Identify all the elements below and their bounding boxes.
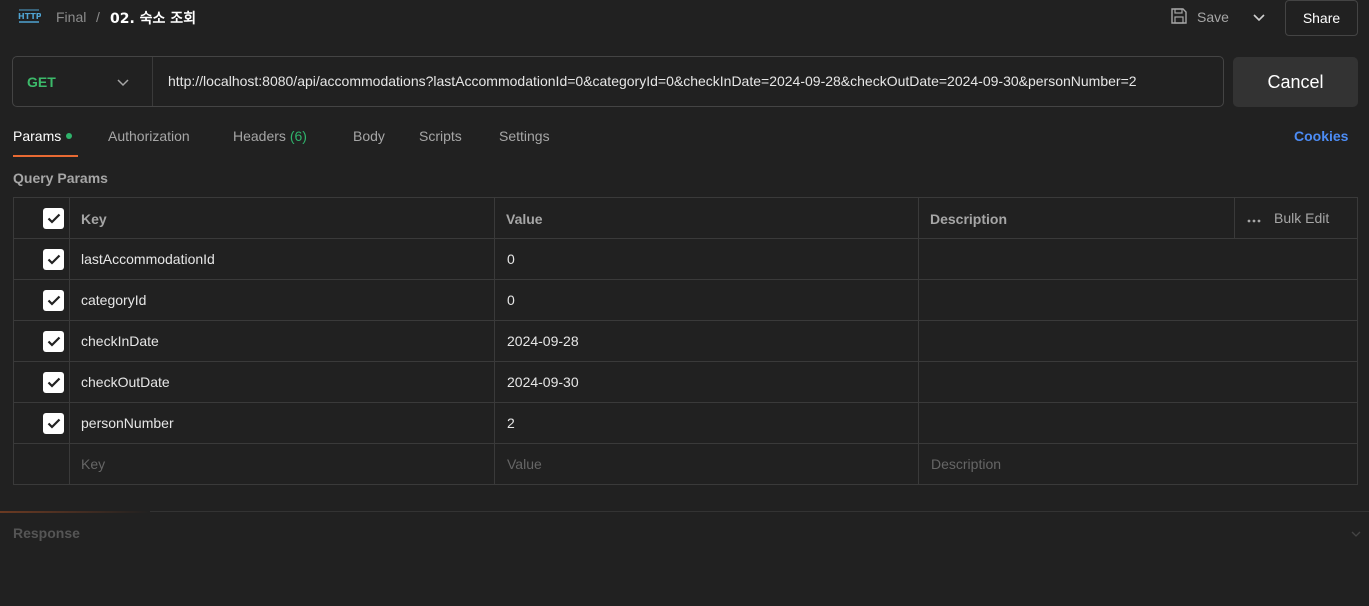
more-options-icon [1247,210,1261,226]
response-heading: Response [13,525,80,541]
response-divider[interactable] [0,511,1369,512]
method-label: GET [27,73,56,90]
column-divider [494,198,495,484]
svg-text:HTTP: HTTP [18,12,41,21]
table-row: personNumber 2 [14,403,1357,444]
url-input[interactable]: http://localhost:8080/api/accommodations… [168,73,1218,89]
column-divider [918,198,919,484]
column-header-key: Key [81,211,107,227]
column-header-value: Value [506,211,543,227]
row-checkbox[interactable] [43,290,64,311]
tab-params[interactable]: Params [13,128,73,144]
column-header-description: Description [930,211,1008,227]
table-header-row: Key Value Description Bulk Edit [14,198,1357,239]
http-icon: HTTP [17,7,42,27]
cancel-button[interactable]: Cancel [1233,57,1358,107]
param-value[interactable]: 2024-09-28 [507,333,579,349]
tab-headers[interactable]: Headers (6) [233,128,307,144]
tab-scripts[interactable]: Scripts [419,128,462,144]
select-all-checkbox[interactable] [43,208,64,229]
tab-params-label: Params [13,128,62,144]
row-checkbox[interactable] [43,331,64,352]
new-description-input[interactable]: Description [931,456,1001,472]
new-value-input[interactable]: Value [507,456,542,472]
row-checkbox[interactable] [43,249,64,270]
tab-settings[interactable]: Settings [499,128,550,144]
param-key[interactable]: checkOutDate [81,374,170,390]
active-tab-underline [13,155,78,157]
table-row: lastAccommodationId 0 [14,239,1357,280]
header-divider [1234,198,1235,238]
cookies-link[interactable]: Cookies [1294,128,1348,144]
param-key[interactable]: checkInDate [81,333,159,349]
request-title[interactable]: 02. 숙소 조회 [110,8,196,28]
table-row: checkInDate 2024-09-28 [14,321,1357,362]
param-value[interactable]: 0 [507,292,515,308]
chevron-down-icon [1253,9,1265,25]
breadcrumb-separator: / [96,9,100,25]
new-param-row: Key Value Description [14,444,1357,485]
divider-accent [0,511,150,513]
method-select[interactable]: GET [13,57,153,106]
tab-body[interactable]: Body [353,128,385,144]
headers-count: (6) [289,128,307,144]
chevron-down-icon[interactable] [1351,525,1361,541]
row-checkbox[interactable] [43,413,64,434]
param-value[interactable]: 2024-09-30 [507,374,579,390]
save-label: Save [1197,9,1229,25]
param-key[interactable]: lastAccommodationId [81,251,215,267]
tab-authorization[interactable]: Authorization [108,128,190,144]
query-params-heading: Query Params [13,170,108,186]
table-row: categoryId 0 [14,280,1357,321]
param-value[interactable]: 0 [507,251,515,267]
param-value[interactable]: 2 [507,415,515,431]
param-key[interactable]: categoryId [81,292,146,308]
tab-headers-label: Headers [233,128,286,144]
chevron-down-icon [117,74,129,90]
save-button[interactable]: Save [1170,5,1229,29]
table-row: checkOutDate 2024-09-30 [14,362,1357,403]
share-button[interactable]: Share [1285,0,1358,36]
top-bar: HTTP Final / 02. 숙소 조회 Save Share [0,0,1369,36]
save-options-button[interactable] [1246,5,1272,29]
bulk-edit-label: Bulk Edit [1274,210,1330,226]
bulk-edit-button[interactable]: Bulk Edit [1247,210,1329,226]
row-checkbox[interactable] [43,372,64,393]
new-key-input[interactable]: Key [81,456,105,472]
url-bar: GET http://localhost:8080/api/accommodat… [12,56,1224,107]
query-params-table: Key Value Description Bulk Edit lastAcco… [13,197,1358,485]
active-indicator-dot [66,133,73,140]
save-icon [1170,7,1188,28]
breadcrumb-parent[interactable]: Final [56,9,86,25]
column-divider [69,198,70,484]
param-key[interactable]: personNumber [81,415,174,431]
